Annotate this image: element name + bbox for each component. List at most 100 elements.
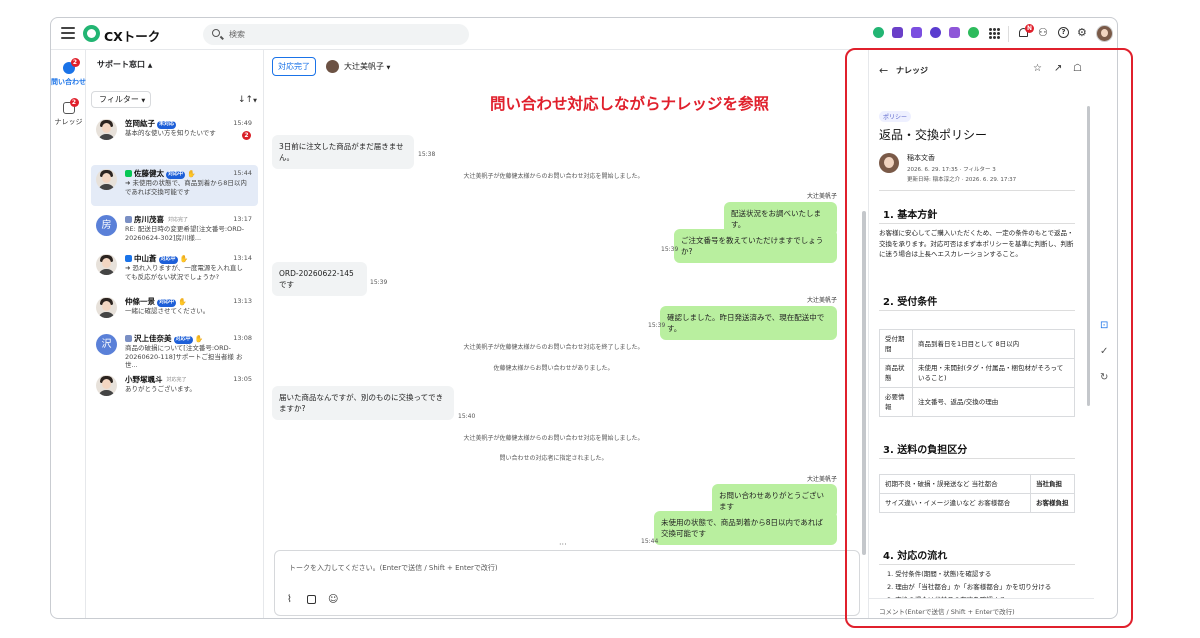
search-input[interactable]: 検索 xyxy=(203,24,469,45)
inbox-selector[interactable]: サポート窓口 ▲ xyxy=(97,59,152,70)
message-preview: RE: 配送日時の変更希望[注文番号:ORD-20260624-302]房川様.… xyxy=(125,225,245,242)
rail-item-knowledge[interactable]: 2 ナレッジ xyxy=(51,98,86,127)
rail-item-inquiries[interactable]: 2 問い合わせ xyxy=(51,58,86,87)
row-time: 13:17 xyxy=(233,215,252,223)
message-time: 15:38 xyxy=(418,151,436,158)
contact-name-line: 佐藤健太 対応中 ✋ xyxy=(125,168,196,179)
assigned-hand-icon: ✋ xyxy=(187,170,196,178)
org-chart-icon[interactable]: ⚇ xyxy=(1038,27,1048,39)
book-icon: 2 xyxy=(62,98,79,114)
web-channel-icon xyxy=(125,255,132,262)
system-message: 大辻美帆子が佐藤健太様からのお問い合わせ対応を開始しました。 xyxy=(463,435,644,442)
highlight-frame xyxy=(845,48,1133,628)
message-input[interactable]: トークを入力してください。(Enterで送信 / Shift + Enterで改… xyxy=(274,550,860,616)
settings-gear-icon[interactable]: ⚙ xyxy=(1077,27,1087,39)
apps-grid-icon[interactable] xyxy=(989,28,1000,39)
status-badge: 対応完了 xyxy=(166,377,187,383)
contact-name: 沢上佳奈美 xyxy=(134,334,172,343)
row-time: 15:49 xyxy=(233,119,252,127)
talk-app-icon[interactable] xyxy=(968,27,979,38)
conversation-row[interactable]: 仲條一景 対応中 ✋ 13:13 一緒に確認させてください。 xyxy=(91,293,258,334)
message-preview: ありがとうございます。 xyxy=(125,385,196,393)
status-badge: 未対応 xyxy=(157,121,177,129)
rail-label: 問い合わせ xyxy=(51,78,86,86)
contact-avatar xyxy=(96,254,117,275)
user-avatar[interactable] xyxy=(1096,25,1113,42)
assigned-hand-icon: ✋ xyxy=(194,335,204,343)
more-dots: ··· xyxy=(559,540,567,549)
incoming-message[interactable]: 3日前に注文した商品がまだ届きません。 xyxy=(272,135,414,169)
contact-name-line: 中山蒼 対応中 ✋ xyxy=(125,253,188,264)
assigned-hand-icon: ✋ xyxy=(179,255,189,263)
conversation-row[interactable]: 沢沢上佳奈美 対応中 ✋ 13:08 商品の破損について[注文番号:ORD-202606… xyxy=(91,330,258,371)
app-title: CXトーク xyxy=(104,29,161,44)
top-bar: CXトーク 検索 N ⚇ ? ⚙ xyxy=(51,18,1117,50)
message-preview: 一緒に確認させてください。 xyxy=(125,307,210,315)
row-time: 15:44 xyxy=(233,169,252,177)
chat-bubble-icon: 2 xyxy=(62,58,80,74)
incoming-message[interactable]: ORD-20260622-145 です xyxy=(272,262,367,296)
assigned-hand-icon: ✋ xyxy=(178,298,187,306)
mail-channel-icon xyxy=(125,216,132,223)
sort-icon[interactable]: ↓↑▼ xyxy=(238,95,257,105)
status-badge: 対応中 xyxy=(166,171,186,179)
conversation-row[interactable]: 中山蒼 対応中 ✋ 13:14 ➜ 恐れ入りますが、一度電源を入れ直しても反応がない状況… xyxy=(91,250,258,291)
incoming-message[interactable]: 届いた商品なんですが、別のものに交換ってできますか? xyxy=(272,386,454,420)
contact-avatar xyxy=(96,297,117,318)
outgoing-message[interactable]: ご注文番号を教えていただけますでしょうか? xyxy=(674,229,837,263)
system-message: 佐藤健太様からお問い合わせがありました。 xyxy=(493,365,614,372)
check-app-icon[interactable] xyxy=(930,27,941,38)
caret-down-icon: ▼ xyxy=(141,98,146,104)
unread-badge: 2 xyxy=(242,131,251,140)
conversation-row[interactable]: 佐藤健太 対応中 ✋ 15:44 ➜ 未使用の状態で、商品到着から8日以内であれば交換可… xyxy=(91,165,258,206)
row-time: 13:13 xyxy=(233,297,252,305)
inbox-name: サポート窓口 xyxy=(97,60,145,69)
row-time: 13:08 xyxy=(233,334,252,342)
contact-name-line: 笠岡紘子 未対応 xyxy=(125,118,177,129)
menu-icon[interactable] xyxy=(61,27,75,39)
message-time: 15:39 xyxy=(648,322,666,329)
outgoing-message[interactable]: 未使用の状態で、商品到着から8日以内であれば交換可能です xyxy=(654,511,837,545)
sender-name: 大辻美帆子 xyxy=(806,476,837,483)
contact-name: 房川茂喜 xyxy=(134,215,164,224)
system-message: 大辻美帆子が佐藤健太様からのお問い合わせ対応を開始しました。 xyxy=(463,173,644,180)
contact-name: 佐藤健太 xyxy=(134,169,164,178)
caret-down-icon: ▼ xyxy=(386,65,391,71)
rail-badge: 2 xyxy=(69,98,79,107)
form-app-icon[interactable] xyxy=(949,27,960,38)
filter-label: フィルター xyxy=(99,95,139,104)
chat-app-icon[interactable] xyxy=(873,27,884,38)
agent-avatar xyxy=(326,60,339,73)
chat-header: 対応完了 大辻美帆子 ▼ xyxy=(264,50,843,80)
contact-avatar xyxy=(96,119,117,140)
outgoing-message[interactable]: 確認しました。昨日発送済みで、現在配送中です。 xyxy=(660,306,837,340)
message-time: 15:40 xyxy=(458,413,476,420)
assignee-name: 大辻美帆子 xyxy=(344,62,384,71)
conversation-row[interactable]: 笠岡紘子 未対応 15:49 基本的な使い方を知りたいです 2 xyxy=(91,115,258,156)
contact-name-line: 房川茂喜 対応完了 xyxy=(125,214,190,225)
notification-bell-icon[interactable]: N xyxy=(1018,24,1034,39)
mark-done-button[interactable]: 対応完了 xyxy=(272,57,316,76)
help-icon[interactable]: ? xyxy=(1058,27,1069,38)
conversation-row[interactable]: 小野塚颯斗 対応完了 13:05 ありがとうございます。 xyxy=(91,371,258,412)
contact-name-line: 仲條一景 対応中 ✋ xyxy=(125,296,187,307)
emoji-icon[interactable]: ☺ xyxy=(328,594,338,605)
status-badge: 対応中 xyxy=(173,336,193,344)
rail-badge: 2 xyxy=(70,58,80,67)
mail-channel-icon xyxy=(125,335,132,342)
message-time: 15:39 xyxy=(661,246,679,253)
attach-clip-icon[interactable]: ⌇ xyxy=(287,594,292,605)
assignee-selector[interactable]: 大辻美帆子 ▼ xyxy=(344,61,390,72)
contact-name: 中山蒼 xyxy=(134,254,157,263)
contact-avatar: 沢 xyxy=(96,334,117,355)
annotation-caption: 問い合わせ対応しながらナレッジを参照 xyxy=(490,95,770,113)
image-icon[interactable] xyxy=(307,595,316,604)
contact-name-line: 小野塚颯斗 対応完了 xyxy=(125,374,189,385)
document-app-icon[interactable] xyxy=(911,27,922,38)
filter-button[interactable]: フィルター ▼ xyxy=(91,91,151,108)
conversation-row[interactable]: 房房川茂喜 対応完了 13:17 RE: 配送日時の変更希望[注文番号:ORD-202… xyxy=(91,211,258,252)
row-time: 13:14 xyxy=(233,254,252,262)
report-app-icon[interactable] xyxy=(892,27,903,38)
message-time: 15:39 xyxy=(370,279,388,286)
input-placeholder: トークを入力してください。(Enterで送信 / Shift + Enterで改… xyxy=(289,564,498,572)
